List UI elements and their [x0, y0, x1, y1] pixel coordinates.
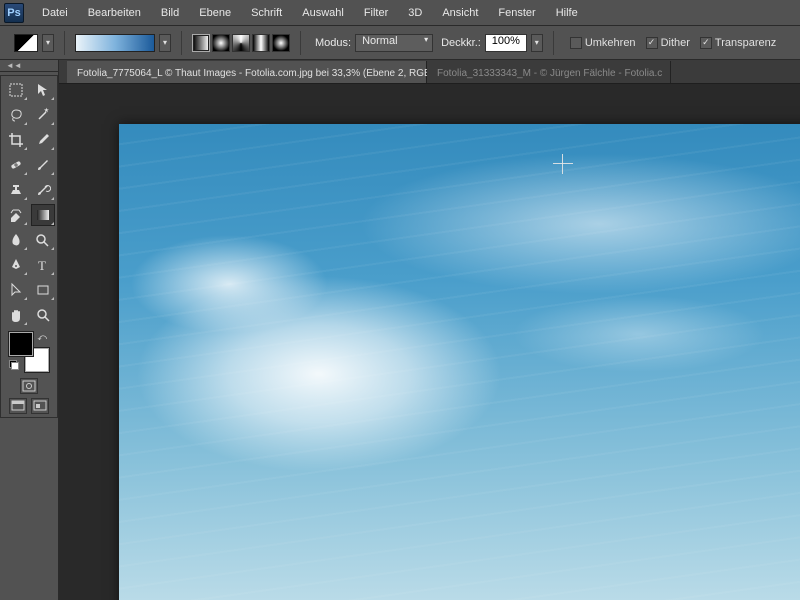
tool-history-brush[interactable]: [31, 179, 55, 201]
document-tab-inactive[interactable]: Fotolia_31333343_M - © Jürgen Fälchle - …: [427, 61, 671, 83]
menu-type[interactable]: Schrift: [241, 3, 292, 23]
tool-shape[interactable]: [31, 279, 55, 301]
reverse-checkbox-wrap[interactable]: Umkehren: [570, 37, 636, 49]
tool-crop[interactable]: [4, 129, 28, 151]
reverse-label: Umkehren: [585, 37, 636, 49]
workspace: ◄◄ T: [0, 60, 800, 600]
gradient-diamond-button[interactable]: [272, 34, 290, 52]
tool-eraser[interactable]: [4, 204, 28, 226]
tool-type[interactable]: T: [31, 254, 55, 276]
divider: [553, 31, 554, 55]
gradient-linear-button[interactable]: [192, 34, 210, 52]
dither-checkbox[interactable]: ✓: [646, 37, 658, 49]
divider: [181, 31, 182, 55]
reverse-checkbox[interactable]: [570, 37, 582, 49]
canvas-stage[interactable]: [59, 84, 800, 600]
tool-eyedropper[interactable]: [31, 129, 55, 151]
tool-brush[interactable]: [31, 154, 55, 176]
left-column: ◄◄ T: [0, 60, 59, 600]
document-tab-title: Fotolia_31333343_M - © Jürgen Fälchle - …: [437, 68, 662, 79]
divider: [64, 31, 65, 55]
swap-colors-icon[interactable]: ⤺: [37, 332, 47, 343]
panel-collapse-strip[interactable]: ◄◄: [0, 60, 58, 72]
collapse-icon: ◄◄: [6, 61, 22, 70]
menu-window[interactable]: Fenster: [488, 3, 545, 23]
foreground-color-swatch[interactable]: [9, 332, 33, 356]
options-bar: ▾ ▾ Modus: Normal▾ Deckkr.: 100% ▾ Umkeh…: [0, 26, 800, 60]
mode-label: Modus:: [315, 37, 351, 49]
tool-path-selection[interactable]: [4, 279, 28, 301]
dither-label: Dither: [661, 37, 690, 49]
opacity-input[interactable]: 100%: [485, 34, 527, 52]
tool-clone-stamp[interactable]: [4, 179, 28, 201]
gradient-angle-button[interactable]: [232, 34, 250, 52]
menu-select[interactable]: Auswahl: [292, 3, 354, 23]
opacity-label: Deckkr.:: [441, 37, 481, 49]
tool-preset-picker[interactable]: [14, 34, 38, 52]
dither-checkbox-wrap[interactable]: ✓ Dither: [646, 37, 690, 49]
gradient-reflected-button[interactable]: [252, 34, 270, 52]
crosshair-cursor-icon: [553, 154, 573, 174]
svg-text:T: T: [38, 258, 46, 273]
opacity-dropdown-icon[interactable]: ▾: [531, 34, 543, 52]
menu-bar: Ps Datei Bearbeiten Bild Ebene Schrift A…: [0, 0, 800, 26]
transparency-label: Transparenz: [715, 37, 776, 49]
menu-3d[interactable]: 3D: [398, 3, 432, 23]
mode-select[interactable]: Normal▾: [355, 34, 433, 52]
document-tab-active[interactable]: Fotolia_7775064_L © Thaut Images - Fotol…: [67, 61, 427, 83]
menu-filter[interactable]: Filter: [354, 3, 398, 23]
tool-healing[interactable]: [4, 154, 28, 176]
toolbox: T ⤺: [0, 75, 58, 418]
document-tab-title: Fotolia_7775064_L © Thaut Images - Fotol…: [77, 68, 449, 79]
screen-mode-alt-button[interactable]: [31, 398, 49, 414]
menu-image[interactable]: Bild: [151, 3, 189, 23]
default-colors-icon[interactable]: [9, 360, 19, 370]
tool-pen[interactable]: [4, 254, 28, 276]
tool-hand[interactable]: [4, 304, 28, 326]
menu-view[interactable]: Ansicht: [432, 3, 488, 23]
tool-move[interactable]: [31, 79, 55, 101]
menu-file[interactable]: Datei: [32, 3, 78, 23]
gradient-radial-button[interactable]: [212, 34, 230, 52]
menu-layer[interactable]: Ebene: [189, 3, 241, 23]
transparency-checkbox[interactable]: ✓: [700, 37, 712, 49]
tool-zoom[interactable]: [31, 304, 55, 326]
menu-help[interactable]: Hilfe: [546, 3, 588, 23]
gradient-type-group: [192, 34, 290, 52]
app-logo: Ps: [4, 3, 24, 23]
tool-dodge[interactable]: [31, 229, 55, 251]
tool-gradient[interactable]: [31, 204, 55, 226]
canvas-area: Fotolia_7775064_L © Thaut Images - Fotol…: [59, 60, 800, 600]
color-swatches: ⤺: [9, 332, 49, 372]
menu-edit[interactable]: Bearbeiten: [78, 3, 151, 23]
tool-marquee[interactable]: [4, 79, 28, 101]
tool-lasso[interactable]: [4, 104, 28, 126]
quick-mask-button[interactable]: [20, 378, 38, 394]
screen-mode-button[interactable]: [9, 398, 27, 414]
document-tab-strip: Fotolia_7775064_L © Thaut Images - Fotol…: [59, 60, 800, 84]
tool-preset-dropdown-icon[interactable]: ▾: [42, 34, 54, 52]
gradient-picker-dropdown-icon[interactable]: ▾: [159, 34, 171, 52]
tool-blur[interactable]: [4, 229, 28, 251]
gradient-preview[interactable]: [75, 34, 155, 52]
tool-magic-wand[interactable]: [31, 104, 55, 126]
document-canvas[interactable]: [119, 124, 800, 600]
transparency-checkbox-wrap[interactable]: ✓ Transparenz: [700, 37, 776, 49]
divider: [300, 31, 301, 55]
